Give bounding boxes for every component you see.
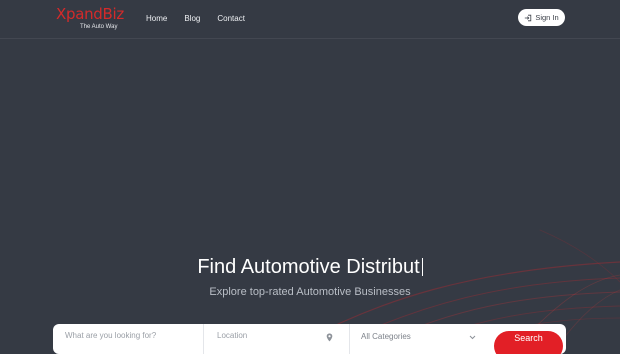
hero-title: Find Automotive Distribut (0, 254, 620, 280)
category-value: All Categories (361, 332, 411, 341)
search-divider (349, 324, 350, 354)
map-pin-icon (326, 333, 333, 342)
brand-name: XpandBiz (56, 5, 124, 23)
brand-logo[interactable]: XpandBiz The Auto Way (56, 7, 124, 31)
keyword-input[interactable] (53, 324, 203, 350)
nav-home-link[interactable]: Home (146, 13, 167, 25)
category-select[interactable]: All Categories (351, 324, 485, 354)
location-field-wrap (205, 324, 348, 354)
main-nav: Home Blog Contact (146, 13, 262, 25)
typing-caret (421, 258, 423, 276)
signin-label: Sign In (535, 13, 559, 22)
nav-blog-link[interactable]: Blog (184, 13, 200, 25)
nav-contact-link[interactable]: Contact (217, 13, 245, 25)
signin-button[interactable]: Sign In (518, 9, 565, 26)
search-button-label: Search (514, 333, 543, 343)
keyword-field-wrap (53, 324, 203, 354)
chevron-down-icon (469, 335, 476, 340)
signin-icon (525, 14, 532, 21)
search-bar: All Categories Search (53, 324, 566, 354)
hero-title-text: Find Automotive Distribut (197, 256, 420, 278)
search-divider (203, 324, 204, 354)
brand-tagline: The Auto Way (80, 24, 118, 30)
hero-subtitle: Explore top-rated Automotive Businesses (209, 286, 411, 298)
top-header: XpandBiz The Auto Way Home Blog Contact … (0, 0, 620, 39)
